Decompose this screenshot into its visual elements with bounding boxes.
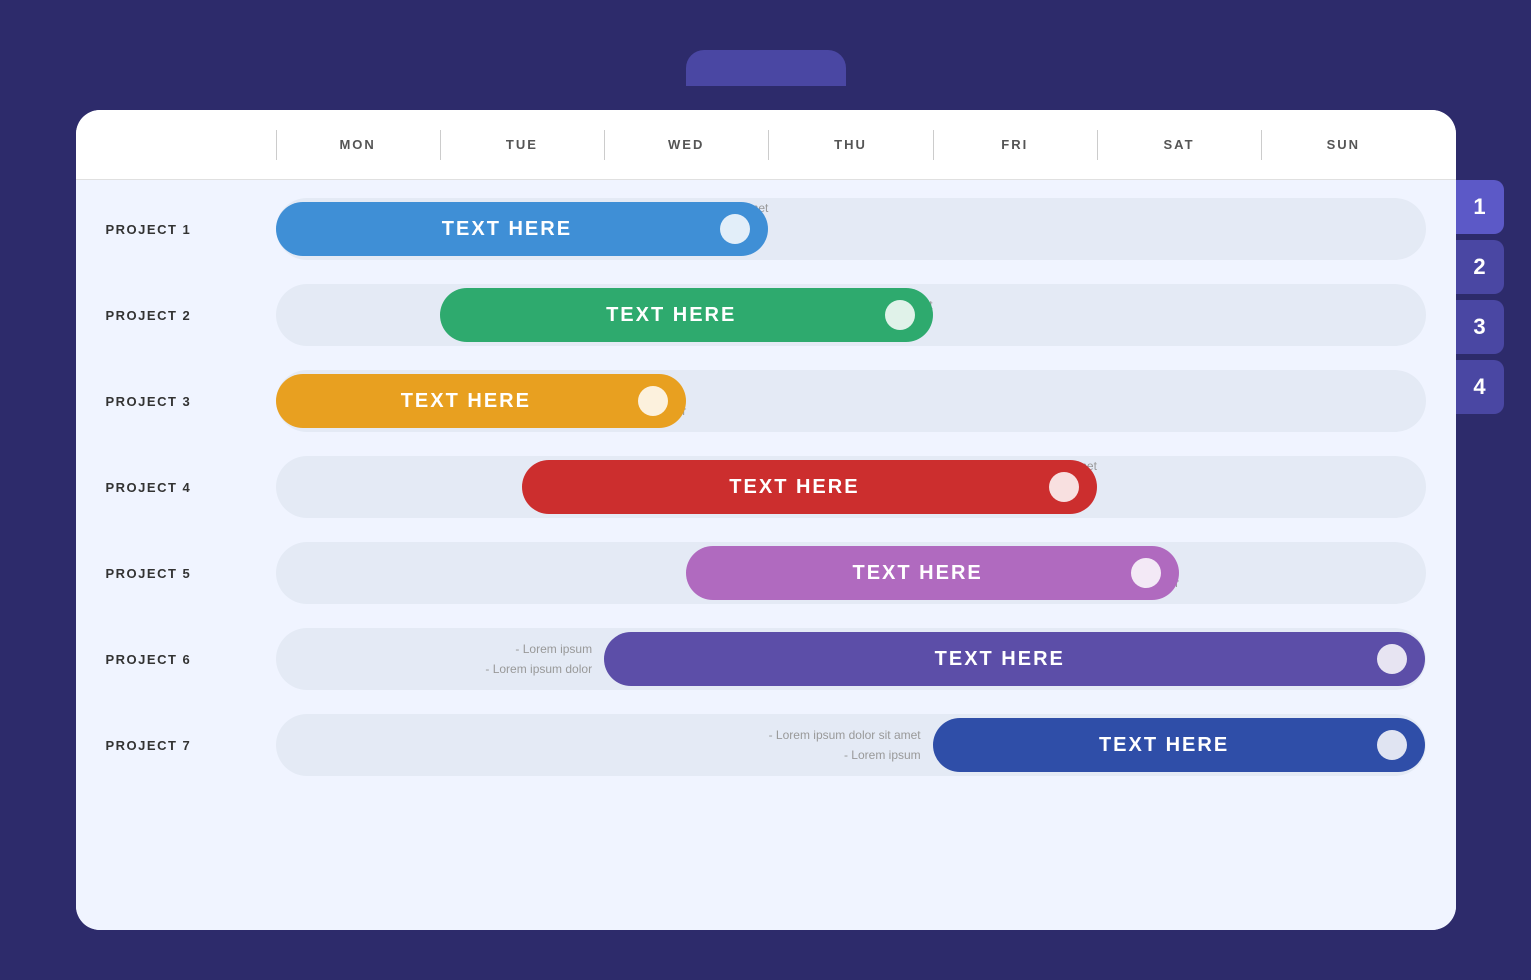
project-6-track: - Lorem ipsum- Lorem ipsum dolor TEXT HER… [276,628,1426,690]
day-header-thu: THU [768,137,932,152]
project-6-row: PROJECT 6- Lorem ipsum- Lorem ipsum dolo… [106,620,1426,698]
project-7-track: - Lorem ipsum dolor sit amet- Lorem ipsu… [276,714,1426,776]
project-4-row: PROJECT 4TEXT HERE- Lorem ipsum dolor si… [106,448,1426,526]
outer-wrapper: MONTUEWEDTHUFRISATSUN PROJECT 1TEXT HERE… [76,50,1456,930]
project-7-bar-dot [1377,730,1407,760]
project-5-bar-label: TEXT HERE [704,562,1131,585]
project-4-track: TEXT HERE- Lorem ipsum dolor sit amet- L… [276,456,1426,518]
project-2-bar-label: TEXT HERE [458,304,885,327]
day-header-mon: MON [276,137,440,152]
project-6-label: PROJECT 6 [106,652,276,667]
project-4-bar-dot [1049,472,1079,502]
project-5-bar[interactable]: TEXT HERE [686,546,1179,600]
project-1-bar[interactable]: TEXT HERE [276,202,769,256]
project-3-label: PROJECT 3 [106,394,276,409]
project-3-track: TEXT HERE- Lorem ipsum- Lorem ipsum dolo… [276,370,1426,432]
day-header-wed: WED [604,137,768,152]
side-tab-3[interactable]: 3 [1456,300,1504,354]
day-header-sat: SAT [1097,137,1261,152]
project-6-notes-left: - Lorem ipsum- Lorem ipsum dolor [485,639,604,680]
project-4-label: PROJECT 4 [106,480,276,495]
project-5-track: TEXT HERE- Lorem ipsum- Lorem ipsum dolo… [276,542,1426,604]
side-tab-1[interactable]: 1 [1456,180,1504,234]
project-5-label: PROJECT 5 [106,566,276,581]
project-3-bar-dot [638,386,668,416]
days-header: MONTUEWEDTHUFRISATSUN [276,137,1426,152]
project-5-row: PROJECT 5TEXT HERE- Lorem ipsum- Lorem i… [106,534,1426,612]
project-2-label: PROJECT 2 [106,308,276,323]
project-3-bar[interactable]: TEXT HERE [276,374,687,428]
side-tab-4[interactable]: 4 [1456,360,1504,414]
project-1-track: TEXT HERE- Lorem ipsum dolor sit amet- L… [276,198,1426,260]
side-tabs: 1 2 3 4 [1456,180,1504,414]
project-7-row: PROJECT 7 - Lorem ipsum dolor sit amet- L… [106,706,1426,784]
project-4-bar[interactable]: TEXT HERE [522,460,1097,514]
title-tab [686,50,846,86]
project-6-bar[interactable]: TEXT HERE [604,632,1425,686]
project-7-notes-left: - Lorem ipsum dolor sit amet- Lorem ipsu… [769,725,933,766]
project-2-bar[interactable]: TEXT HERE [440,288,933,342]
header-row: MONTUEWEDTHUFRISATSUN [76,110,1456,180]
project-4-bar-label: TEXT HERE [540,476,1049,499]
project-5-bar-dot [1131,558,1161,588]
content-area: PROJECT 1TEXT HERE- Lorem ipsum dolor si… [76,180,1456,930]
project-7-bar[interactable]: TEXT HERE [933,718,1426,772]
project-6-bar-label: TEXT HERE [622,648,1377,671]
project-7-bar-label: TEXT HERE [951,734,1378,757]
day-header-tue: TUE [440,137,604,152]
project-1-label: PROJECT 1 [106,222,276,237]
project-2-track: TEXT HERE- Lorem ipsum dolor sit amet- L… [276,284,1426,346]
day-header-sun: SUN [1261,137,1425,152]
project-1-row: PROJECT 1TEXT HERE- Lorem ipsum dolor si… [106,190,1426,268]
side-tab-2[interactable]: 2 [1456,240,1504,294]
project-2-bar-dot [885,300,915,330]
project-3-row: PROJECT 3TEXT HERE- Lorem ipsum- Lorem i… [106,362,1426,440]
project-1-bar-label: TEXT HERE [294,218,721,241]
project-7-label: PROJECT 7 [106,738,276,753]
project-6-bar-dot [1377,644,1407,674]
project-3-bar-label: TEXT HERE [294,390,639,413]
day-header-fri: FRI [933,137,1097,152]
main-card: MONTUEWEDTHUFRISATSUN PROJECT 1TEXT HERE… [76,110,1456,930]
project-2-row: PROJECT 2TEXT HERE- Lorem ipsum dolor si… [106,276,1426,354]
project-1-bar-dot [720,214,750,244]
